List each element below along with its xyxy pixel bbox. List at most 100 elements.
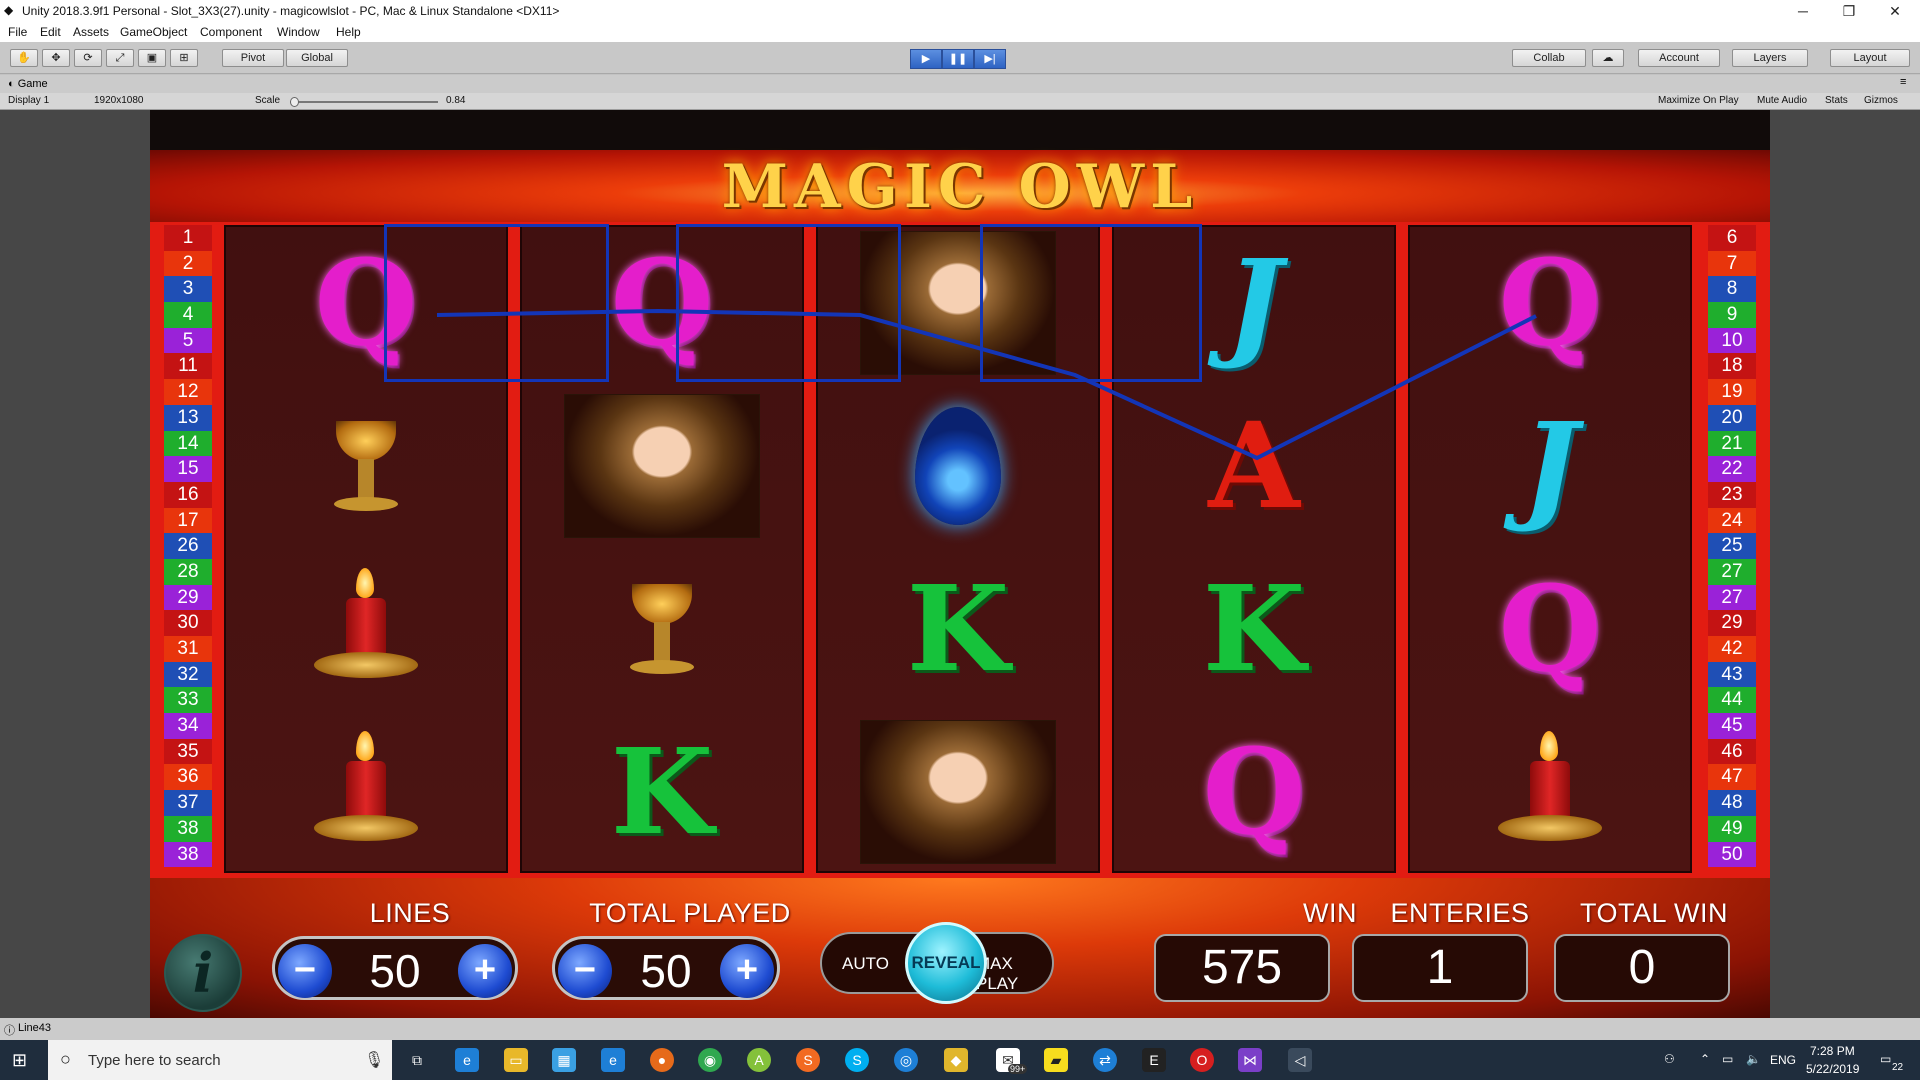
right-line-numbers: 6 7 8 9 10 18 19 20 21 22 23 24 25 27 27 29 42 43 44 45 46 47… (1708, 225, 1756, 868)
ie-icon[interactable]: e (601, 1048, 625, 1072)
right-line-number: 45 (1708, 713, 1756, 739)
volume-icon[interactable]: 🔈 (1746, 1052, 1761, 1066)
notification-icon[interactable]: ▭ (1880, 1052, 1891, 1066)
file-explorer-icon[interactable]: ▭ (504, 1048, 528, 1072)
symbol-k: K (848, 557, 1068, 701)
left-line-number: 14 (164, 430, 212, 457)
total-win-label: TOTAL WIN (1579, 898, 1728, 928)
visual-studio-icon[interactable]: ⋈ (1238, 1048, 1262, 1072)
right-line-number: 20 (1708, 404, 1756, 431)
microphone-icon[interactable]: 🎙 (364, 1050, 384, 1070)
maximize-button[interactable]: ❐ (1826, 0, 1872, 22)
stats-toggle[interactable]: Stats (1825, 95, 1848, 106)
cloud-icon[interactable]: ☁ (1592, 49, 1624, 67)
transform-tool-icon[interactable]: ⊞ (170, 49, 198, 67)
language-indicator[interactable]: ENG (1770, 1053, 1796, 1067)
goblet-icon (622, 574, 702, 684)
symbol-goblet (256, 394, 476, 538)
close-button[interactable]: ✕ (1872, 0, 1918, 22)
left-line-number: 38 (164, 841, 212, 868)
right-line-number: 29 (1708, 610, 1756, 636)
step-button[interactable]: ▶| (974, 49, 1006, 69)
menu-assets[interactable]: Assets (73, 25, 109, 39)
status-text: Line43 (18, 1022, 52, 1034)
clock-time[interactable]: 7:28 PM (1810, 1044, 1855, 1058)
right-line-number: 25 (1708, 533, 1756, 559)
left-line-number: 31 (164, 636, 212, 662)
epic-games-icon[interactable]: E (1142, 1048, 1166, 1072)
task-view-icon[interactable]: ⧉ (405, 1048, 429, 1072)
opera-icon[interactable]: O (1190, 1048, 1214, 1072)
display-dropdown[interactable]: Display 1 (8, 95, 49, 106)
resolution-dropdown[interactable]: 1920x1080 (94, 95, 144, 106)
firefox-icon[interactable]: ● (650, 1048, 674, 1072)
git-icon[interactable]: ◆ (944, 1048, 968, 1072)
scale-slider-handle[interactable] (290, 97, 299, 107)
rotate-tool-icon[interactable]: ⟳ (74, 49, 102, 67)
menu-file[interactable]: File (8, 25, 27, 39)
rect-tool-icon[interactable]: ▣ (138, 49, 166, 67)
edge-icon[interactable]: e (455, 1048, 479, 1072)
symbol-witch (552, 394, 772, 538)
total-played-plus-button[interactable]: + (720, 944, 774, 998)
android-studio-icon[interactable]: A (747, 1048, 771, 1072)
teamviewer-icon[interactable]: ⇄ (1093, 1048, 1117, 1072)
candle-icon (306, 564, 426, 694)
goblet-icon (326, 411, 406, 521)
global-toggle[interactable]: Global (286, 49, 348, 67)
scale-label: Scale (255, 95, 281, 106)
reveal-button[interactable]: REVEAL (905, 922, 987, 1004)
taskbar-search-input[interactable]: ○ Type here to search 🎙 (48, 1040, 392, 1080)
auto-button[interactable]: AUTO (842, 954, 889, 974)
tab-menu-icon[interactable]: ≡ (1900, 76, 1906, 88)
symbol-letter: K (906, 559, 1010, 698)
lines-plus-button[interactable]: + (458, 944, 512, 998)
maps-icon[interactable]: ◎ (894, 1048, 918, 1072)
tray-chevron-icon[interactable]: ⌃ (1700, 1052, 1710, 1066)
total-win-value: 0 (1554, 934, 1730, 1002)
menu-help[interactable]: Help (336, 25, 361, 39)
hand-tool-icon[interactable]: ✋ (10, 49, 38, 67)
pivot-toggle[interactable]: Pivot (222, 49, 284, 67)
scale-tool-icon[interactable]: ⤢ (106, 49, 134, 67)
layers-dropdown[interactable]: Layers (1732, 49, 1808, 67)
right-line-number: 24 (1708, 507, 1756, 534)
info-button[interactable]: i (164, 934, 242, 1012)
people-icon[interactable]: ⚇ (1664, 1052, 1675, 1066)
right-line-number: 42 (1708, 636, 1756, 662)
store-icon[interactable]: ▦ (552, 1048, 576, 1072)
left-line-number: 5 (164, 327, 212, 354)
skype-icon[interactable]: S (845, 1048, 869, 1072)
total-played-label: TOTAL PLAYED (589, 898, 791, 928)
symbol-letter: K (610, 722, 714, 861)
scale-slider[interactable] (290, 97, 438, 107)
gizmos-dropdown[interactable]: Gizmos (1864, 95, 1898, 106)
move-tool-icon[interactable]: ✥ (42, 49, 70, 67)
minimize-button[interactable]: ─ (1780, 0, 1826, 22)
menu-gameobject[interactable]: GameObject (120, 25, 187, 39)
pause-button[interactable]: ❚❚ (942, 49, 974, 69)
menu-edit[interactable]: Edit (40, 25, 61, 39)
windows-start-icon[interactable]: ⊞ (12, 1050, 32, 1070)
menu-window[interactable]: Window (277, 25, 320, 39)
maximize-on-play-toggle[interactable]: Maximize On Play (1658, 95, 1739, 106)
chrome-icon[interactable]: ◉ (698, 1048, 722, 1072)
unity-taskbar-icon[interactable]: ◁ (1288, 1048, 1312, 1072)
max-play-button[interactable]: MAX PLAY (976, 954, 1052, 994)
left-line-number: 26 (164, 533, 212, 559)
game-tab[interactable]: ◐ Game (8, 78, 48, 90)
clock-date[interactable]: 5/22/2019 (1806, 1062, 1859, 1076)
account-dropdown[interactable]: Account (1638, 49, 1720, 67)
network-icon[interactable]: ▭ (1722, 1052, 1733, 1066)
mute-audio-toggle[interactable]: Mute Audio (1757, 95, 1807, 106)
layout-dropdown[interactable]: Layout (1830, 49, 1910, 67)
sublime-icon[interactable]: S (796, 1048, 820, 1072)
symbol-letter: J (1522, 396, 1578, 535)
right-line-number: 6 (1708, 225, 1756, 251)
right-line-number: 43 (1708, 661, 1756, 688)
right-line-number: 22 (1708, 456, 1756, 482)
menu-component[interactable]: Component (200, 25, 262, 39)
collab-dropdown[interactable]: Collab (1512, 49, 1586, 67)
play-button[interactable]: ▶ (910, 49, 942, 69)
sticky-notes-icon[interactable]: ▰ (1044, 1048, 1068, 1072)
